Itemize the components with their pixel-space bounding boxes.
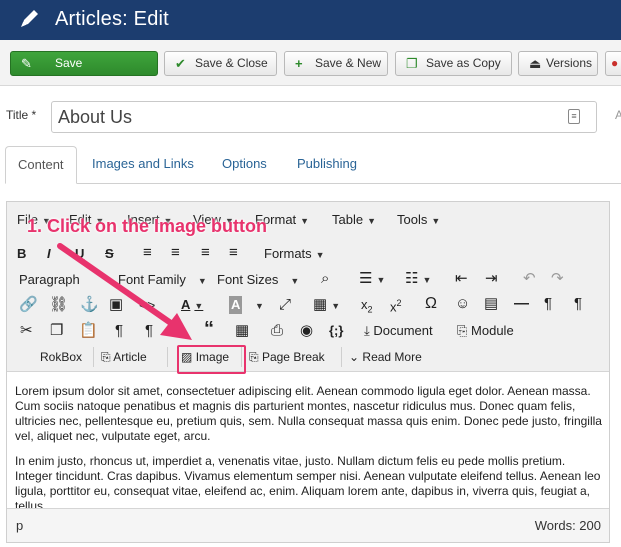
content-paragraph: Lorem ipsum dolor sit amet, consectetuer… — [15, 384, 602, 443]
indent-icon[interactable]: ⇥ — [485, 270, 498, 288]
ltr-icon[interactable]: ¶ — [544, 295, 552, 313]
module-icon: ⎘ — [457, 323, 468, 338]
template-icon[interactable]: ▦ — [235, 322, 249, 340]
cut-icon[interactable]: ✂ — [20, 322, 33, 340]
alias-label-truncated: A — [615, 108, 621, 122]
align-center-icon[interactable]: ≡ — [171, 244, 180, 262]
fullscreen-icon[interactable]: ⤢ — [279, 296, 291, 314]
article-button[interactable]: ⎘ Article — [101, 348, 147, 366]
subscript-icon[interactable]: x2 — [361, 296, 373, 319]
background-color-dropdown-icon[interactable]: ▼ — [251, 296, 264, 315]
rtl-icon[interactable]: ¶ — [574, 295, 582, 313]
insert-image-icon[interactable]: ▣ — [109, 296, 123, 314]
code-icon[interactable]: <> — [139, 296, 155, 314]
italic-icon[interactable]: I — [47, 245, 51, 263]
editor-content[interactable]: Lorem ipsum dolor sit amet, consectetuer… — [15, 384, 603, 508]
title-label: Title * — [6, 108, 37, 122]
save-button[interactable]: ✎ Save — [10, 51, 158, 76]
app-header: Articles: Edit — [0, 0, 621, 40]
tab-options[interactable]: Options — [210, 146, 279, 184]
page-break-button[interactable]: ⎘ Page Break — [249, 348, 325, 366]
redo-icon[interactable]: ↷ — [551, 270, 564, 288]
emoticons-icon[interactable]: ☺ — [455, 295, 470, 313]
versions-icon: ⏏ — [529, 56, 542, 71]
close-icon: ● — [611, 56, 619, 70]
article-icon: ⎘ — [101, 350, 111, 364]
separator — [167, 347, 168, 367]
find-replace-icon[interactable]: ⌕ — [321, 270, 329, 288]
rokbox-button[interactable]: RokBox — [40, 348, 82, 366]
tab-bar: Content Images and Links Options Publish… — [5, 146, 621, 184]
outdent-icon[interactable]: ⇤ — [455, 270, 468, 288]
separator — [93, 347, 94, 367]
rich-text-editor: File ▼ Edit ▼ Insert ▼ View ▼ Format ▼ Table ▼… — [6, 201, 610, 543]
print-icon[interactable]: ⎙ — [271, 322, 283, 340]
action-toolbar: ✎ Save ✔ Save & Close + Save & New ❐ Sav… — [0, 40, 621, 86]
page-break-icon: ⎘ — [249, 350, 259, 364]
font-family-dropdown[interactable]: Font Family ▼ — [118, 271, 207, 290]
pencil-icon — [18, 6, 42, 35]
media-icon[interactable]: ▤ — [484, 295, 498, 313]
word-count: Words: 200 — [534, 518, 601, 533]
image-button-highlight — [177, 345, 246, 374]
save-new-button[interactable]: + Save & New — [284, 51, 388, 76]
align-right-icon[interactable]: ≡ — [201, 244, 210, 262]
font-sizes-dropdown[interactable]: Font Sizes ▼ — [217, 271, 299, 290]
tab-images-links[interactable]: Images and Links — [80, 146, 206, 184]
special-character-icon[interactable]: Ω — [425, 295, 437, 313]
superscript-icon[interactable]: x2 — [390, 294, 402, 316]
bullet-list-icon[interactable]: ☰ ▼ — [359, 270, 385, 289]
anchor-icon[interactable]: ⚓ — [80, 296, 99, 314]
title-input[interactable] — [51, 101, 597, 133]
numbered-list-icon[interactable]: ☷ ▼ — [405, 270, 431, 289]
editor-status-bar: p Words: 200 — [7, 508, 609, 542]
justify-icon[interactable]: ≡ — [229, 244, 238, 262]
document-button[interactable]: ⤓ Document — [364, 322, 433, 340]
undo-icon[interactable]: ↶ — [523, 270, 536, 288]
read-more-button[interactable]: ⌄ Read More — [349, 348, 422, 366]
check-icon: ✔ — [175, 56, 186, 71]
text-color-icon[interactable]: A ▼ — [181, 296, 203, 315]
menu-table[interactable]: Table ▼ — [332, 211, 376, 230]
horizontal-rule-icon[interactable]: — — [514, 295, 529, 313]
background-color-icon[interactable]: A — [229, 296, 243, 314]
page-title: Articles: Edit — [55, 8, 169, 30]
formats-dropdown[interactable]: Formats ▼ — [264, 245, 325, 264]
annotation-text: 1. Click on the Image button — [27, 216, 268, 236]
paragraph-dropdown[interactable]: Paragraph — [19, 271, 80, 289]
element-path[interactable]: p — [16, 518, 23, 533]
separator — [341, 347, 342, 367]
field-helper-icon[interactable]: ≡ — [568, 109, 580, 124]
content-paragraph: In enim justo, rhoncus ut, imperdiet a, … — [15, 454, 601, 508]
copy-icon: ❐ — [406, 56, 418, 71]
tab-publishing[interactable]: Publishing — [285, 146, 369, 184]
underline-icon[interactable]: U — [75, 245, 84, 263]
bold-icon[interactable]: B — [17, 245, 26, 263]
show-blocks-icon[interactable]: ¶ — [115, 322, 123, 340]
strikethrough-icon[interactable]: S — [105, 245, 114, 263]
download-icon: ⤓ — [364, 323, 370, 338]
align-left-icon[interactable]: ≡ — [143, 244, 152, 262]
table-icon[interactable]: ▦ ▼ — [313, 296, 340, 315]
paste-icon[interactable]: 📋 — [79, 322, 98, 340]
plus-icon: + — [295, 56, 303, 71]
module-button[interactable]: ⎘ Module — [457, 322, 514, 340]
chevron-down-icon: ⌄ — [349, 350, 360, 364]
save-copy-button[interactable]: ❐ Save as Copy — [395, 51, 512, 76]
link-icon[interactable]: 🔗 — [19, 296, 38, 314]
preview-icon[interactable]: ◉ — [300, 322, 313, 340]
menu-tools[interactable]: Tools ▼ — [397, 211, 440, 230]
save-close-button[interactable]: ✔ Save & Close — [164, 51, 277, 76]
versions-button[interactable]: ⏏ Versions — [518, 51, 598, 76]
blockquote-icon[interactable]: “ — [204, 319, 214, 339]
code-sample-icon[interactable]: {;} — [329, 322, 343, 340]
tab-content[interactable]: Content — [5, 146, 77, 184]
copy-icon[interactable]: ❐ — [50, 322, 63, 340]
edit-icon: ✎ — [21, 56, 32, 71]
unlink-icon[interactable]: ⛓ — [49, 296, 68, 314]
visual-chars-icon[interactable]: ¶ — [145, 322, 153, 340]
close-button[interactable]: ● — [605, 51, 621, 76]
